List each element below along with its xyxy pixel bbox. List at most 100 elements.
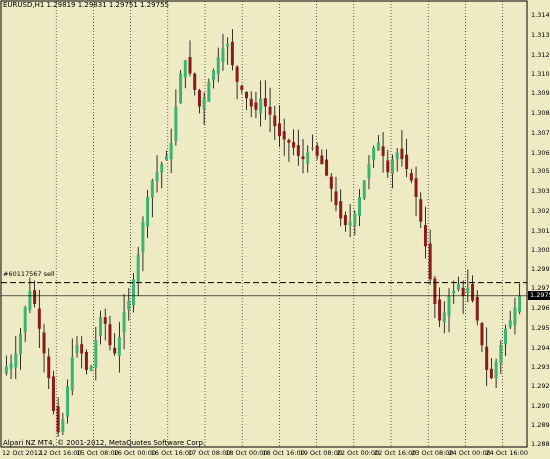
candle-bull xyxy=(18,333,22,355)
candle-bull xyxy=(372,147,376,161)
candle-bull xyxy=(155,172,159,181)
candle-bear xyxy=(80,344,84,354)
candle-bull xyxy=(499,345,503,364)
time-tick-label: 24 Oct 16:00 xyxy=(485,449,528,457)
candle-bull xyxy=(466,287,470,294)
candle-bear xyxy=(282,131,286,140)
candle-bear xyxy=(292,142,296,148)
candle-bear xyxy=(33,290,37,305)
candle-bull xyxy=(61,419,65,433)
chart-window[interactable]: EURUSD,H1 1.29819 1.29831 1.29751 1.2975… xyxy=(0,0,550,459)
candle-bull xyxy=(226,43,230,47)
candle-bull xyxy=(508,320,512,328)
symbol-header: EURUSD,H1 1.29819 1.29831 1.29751 1.2975… xyxy=(3,1,169,9)
time-tick-label: 18 Oct 16:00 xyxy=(262,449,305,457)
price-tick-label: 1.30740 xyxy=(531,128,550,137)
candle-bear xyxy=(414,178,418,198)
candle-bull xyxy=(127,300,131,310)
candle-bear xyxy=(268,106,272,115)
candle-bear xyxy=(343,215,347,225)
candle-bull xyxy=(442,312,446,323)
time-tick-label: 22 Oct 00:00 xyxy=(336,449,380,457)
candle-bull xyxy=(70,356,74,391)
candle-bear xyxy=(56,406,60,433)
candle-bull xyxy=(150,180,154,198)
chart-plot-area[interactable] xyxy=(0,0,550,459)
candle-bull xyxy=(395,152,399,160)
price-tick-label: 1.28850 xyxy=(531,440,550,448)
candle-bull xyxy=(306,152,310,164)
price-tick-label: 1.31095 xyxy=(531,70,550,79)
candle-bull xyxy=(141,221,145,253)
candle-bull xyxy=(99,317,103,336)
candle-bull xyxy=(164,155,168,161)
candle-bull xyxy=(447,295,451,316)
candle-bull xyxy=(221,48,225,62)
candle-bear xyxy=(245,91,249,99)
candle-bull xyxy=(518,295,522,313)
candle-bear xyxy=(438,299,442,321)
candle-bear xyxy=(419,199,423,222)
candle-bear xyxy=(235,66,239,82)
time-tick-label: 15 Oct 08:00 xyxy=(76,449,119,457)
candle-bull xyxy=(367,164,371,179)
price-tick-label: 1.31455 xyxy=(531,11,550,20)
candle-bull xyxy=(89,366,93,371)
candle-bear xyxy=(461,287,465,296)
price-tick-label: 1.30265 xyxy=(531,207,550,215)
candle-bear xyxy=(409,173,413,181)
candle-bear xyxy=(471,283,475,301)
candle-bull xyxy=(207,81,211,102)
order-label[interactable]: #60117567 sell xyxy=(3,270,55,278)
candle-bear xyxy=(423,225,427,247)
candle-bull xyxy=(122,312,126,333)
candle-bull xyxy=(353,213,357,226)
price-tick-label: 1.29910 xyxy=(531,265,550,274)
candle-bear xyxy=(489,368,493,379)
candle-bear xyxy=(277,123,281,137)
price-tick-label: 1.29200 xyxy=(531,382,550,391)
period-separators xyxy=(55,1,503,447)
candle-bull xyxy=(169,142,173,160)
candle-bull xyxy=(310,147,314,149)
plot-border xyxy=(0,0,528,448)
price-tick-label: 1.29315 xyxy=(531,363,550,372)
candle-bear xyxy=(42,332,46,354)
time-tick-label: 12 Oct 16:00 xyxy=(39,449,82,457)
time-tick-label: 16 Oct 16:00 xyxy=(150,449,194,457)
candle-bear xyxy=(339,201,343,219)
candle-bear xyxy=(84,351,88,370)
time-tick-label: 16 Oct 00:00 xyxy=(113,449,156,457)
candle-bull xyxy=(362,180,366,199)
price-tick-label: 1.29435 xyxy=(531,343,550,352)
price-tick-label: 1.29555 xyxy=(531,323,550,332)
copyright-label: Alpari NZ MT4, © 2001-2012, MetaQuotes S… xyxy=(3,439,206,447)
time-tick-label: 22 Oct 16:00 xyxy=(374,449,417,457)
candle-bull xyxy=(358,197,362,216)
candle-bull xyxy=(179,73,183,104)
candle-bull xyxy=(391,159,394,174)
candle-bear xyxy=(296,145,300,156)
candle-bull xyxy=(216,57,220,75)
candle-bull xyxy=(66,386,70,417)
candle-bear xyxy=(386,160,390,173)
candle-bull xyxy=(513,307,517,326)
price-tick-label: 1.30505 xyxy=(531,167,550,176)
time-tick-label: 12 Oct 2012 xyxy=(2,449,43,457)
candle-bear xyxy=(405,154,409,170)
candle-bear xyxy=(37,308,41,329)
candle-bear xyxy=(480,323,484,346)
candle-bear xyxy=(47,356,51,379)
candle-bear xyxy=(325,159,329,176)
price-tick-label: 1.29675 xyxy=(531,304,550,313)
candle-bear xyxy=(334,191,338,206)
candle-bear xyxy=(475,296,479,321)
time-tick-label: 17 Oct 08:00 xyxy=(188,449,231,457)
time-tick-label: 19 Oct 08:00 xyxy=(299,449,342,457)
candle-bull xyxy=(348,221,352,226)
candle-bear xyxy=(315,145,319,156)
candle-bull xyxy=(136,254,140,283)
candle-bear xyxy=(197,90,201,107)
candle-bull xyxy=(452,290,456,294)
candle-bear xyxy=(113,347,117,354)
